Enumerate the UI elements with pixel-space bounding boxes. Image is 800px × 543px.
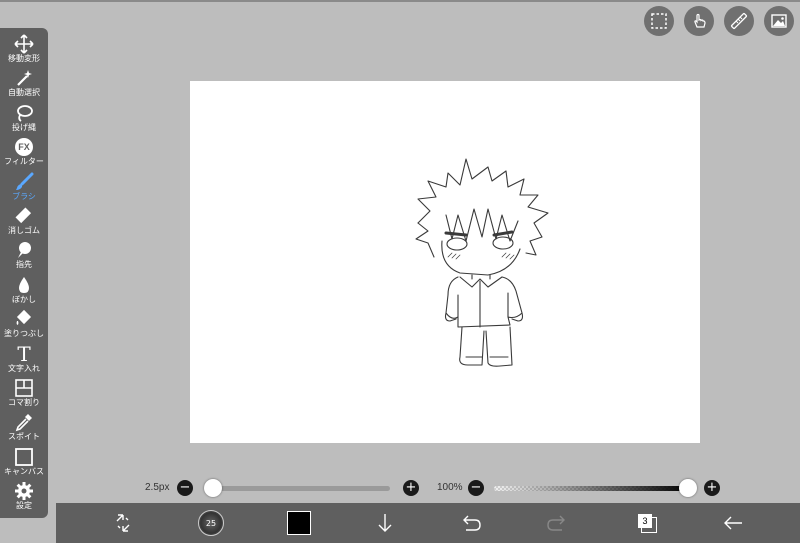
color-picker-button[interactable] [282, 503, 316, 543]
bottom-action-bar: 25 3 [56, 503, 800, 543]
tool-magic-wand[interactable]: 自動選択 [0, 66, 48, 100]
brush-size-increase-button[interactable]: + [403, 480, 419, 496]
opacity-decrease-button[interactable]: − [468, 480, 484, 496]
touch-hand-icon [694, 13, 706, 28]
brush-size-value: 2.5px [145, 482, 170, 493]
move-icon [13, 34, 35, 54]
frame-divide-icon [13, 378, 35, 398]
tool-move[interactable]: 移動変形 [0, 32, 48, 66]
tool-eyedropper[interactable]: スポイト [0, 410, 48, 444]
tool-label: 移動変形 [8, 54, 40, 63]
canvas-icon [13, 447, 35, 467]
tool-label: 文字入れ [8, 363, 40, 373]
layers-icon: 3 [637, 513, 657, 533]
brush-preview-button[interactable]: 25 [194, 503, 228, 543]
touch-button[interactable] [684, 6, 714, 36]
tool-palette: 移動変形自動選択投げ縄 FX フィルターブラシ消しゴム指先ぼかし塗りつぶし T 文字入れ… [0, 28, 48, 518]
current-color-swatch [287, 511, 311, 535]
top-border [0, 0, 800, 2]
magic-wand-icon [13, 68, 35, 88]
layers-button[interactable]: 3 [630, 503, 664, 543]
image-icon [771, 14, 787, 28]
tool-lasso[interactable]: 投げ縄 [0, 101, 48, 135]
tool-frame-divide[interactable]: コマ割り [0, 376, 48, 410]
fx-icon: FX [13, 137, 35, 157]
save-down-button[interactable] [368, 503, 402, 543]
ruler-icon [730, 12, 748, 30]
drawing-canvas[interactable] [190, 81, 700, 443]
tool-fill-bucket[interactable]: 塗りつぶし [0, 307, 48, 341]
tool-label: キャンバス [4, 466, 44, 476]
tool-label: 設定 [16, 501, 32, 511]
brush-preview-icon: 25 [198, 510, 224, 536]
undo-icon [463, 515, 481, 531]
image-material-button[interactable] [764, 6, 794, 36]
minus-icon: − [470, 480, 482, 495]
chibi-character-drawing [415, 158, 549, 367]
tool-label: ぼかし [12, 294, 36, 304]
tool-finger[interactable]: 指先 [0, 238, 48, 272]
back-button[interactable] [716, 503, 750, 543]
ruler-button[interactable] [724, 6, 754, 36]
layer-count: 3 [642, 516, 648, 526]
tool-eraser[interactable]: 消しゴム [0, 204, 48, 238]
lasso-icon [13, 103, 35, 123]
opacity-increase-button[interactable]: + [704, 480, 720, 496]
minus-icon: − [179, 480, 191, 495]
redo-button[interactable] [540, 503, 574, 543]
eyedropper-icon [13, 412, 35, 432]
finger-icon [13, 240, 35, 260]
fill-bucket-icon [13, 309, 35, 329]
tool-label: コマ割り [8, 397, 40, 407]
plus-icon: + [405, 480, 417, 495]
brush-size-slider[interactable] [206, 486, 390, 491]
tool-text[interactable]: T 文字入れ [0, 342, 48, 376]
opacity-value: 100% [437, 482, 463, 493]
tool-gear[interactable]: 設定 [0, 479, 48, 513]
tool-label: 消しゴム [8, 225, 40, 235]
plus-icon: + [706, 480, 718, 495]
tool-label: 投げ縄 [12, 122, 36, 132]
tool-label: ブラシ [12, 191, 36, 201]
tool-brush[interactable]: ブラシ [0, 170, 48, 204]
rotate-arrows-icon [116, 514, 130, 532]
arrow-left-icon [724, 516, 742, 530]
tool-label: 塗りつぶし [3, 329, 45, 339]
brush-size-slider-thumb[interactable] [204, 479, 222, 497]
text-icon: T [17, 341, 31, 366]
gear-icon [13, 481, 35, 501]
opacity-slider[interactable] [494, 486, 690, 491]
brush-preview-size: 25 [205, 518, 217, 528]
blur-drop-icon [13, 275, 35, 295]
transform-rotate-button[interactable] [106, 503, 140, 543]
tool-canvas[interactable]: キャンバス [0, 445, 48, 479]
tool-label: スポイト [8, 432, 40, 442]
opacity-slider-thumb[interactable] [679, 479, 697, 497]
tool-label: 指先 [16, 260, 32, 270]
undo-button[interactable] [454, 503, 488, 543]
brush-size-decrease-button[interactable]: − [177, 480, 193, 496]
eraser-icon [13, 206, 35, 226]
tool-blur-drop[interactable]: ぼかし [0, 273, 48, 307]
arrow-down-icon [378, 514, 392, 532]
tool-label: 自動選択 [8, 88, 40, 98]
redo-icon [547, 515, 565, 531]
brush-icon [13, 172, 35, 192]
tool-fx[interactable]: FX フィルター [0, 135, 48, 169]
tool-label: フィルター [4, 157, 44, 167]
selection-icon [651, 13, 667, 29]
selection-button[interactable] [644, 6, 674, 36]
